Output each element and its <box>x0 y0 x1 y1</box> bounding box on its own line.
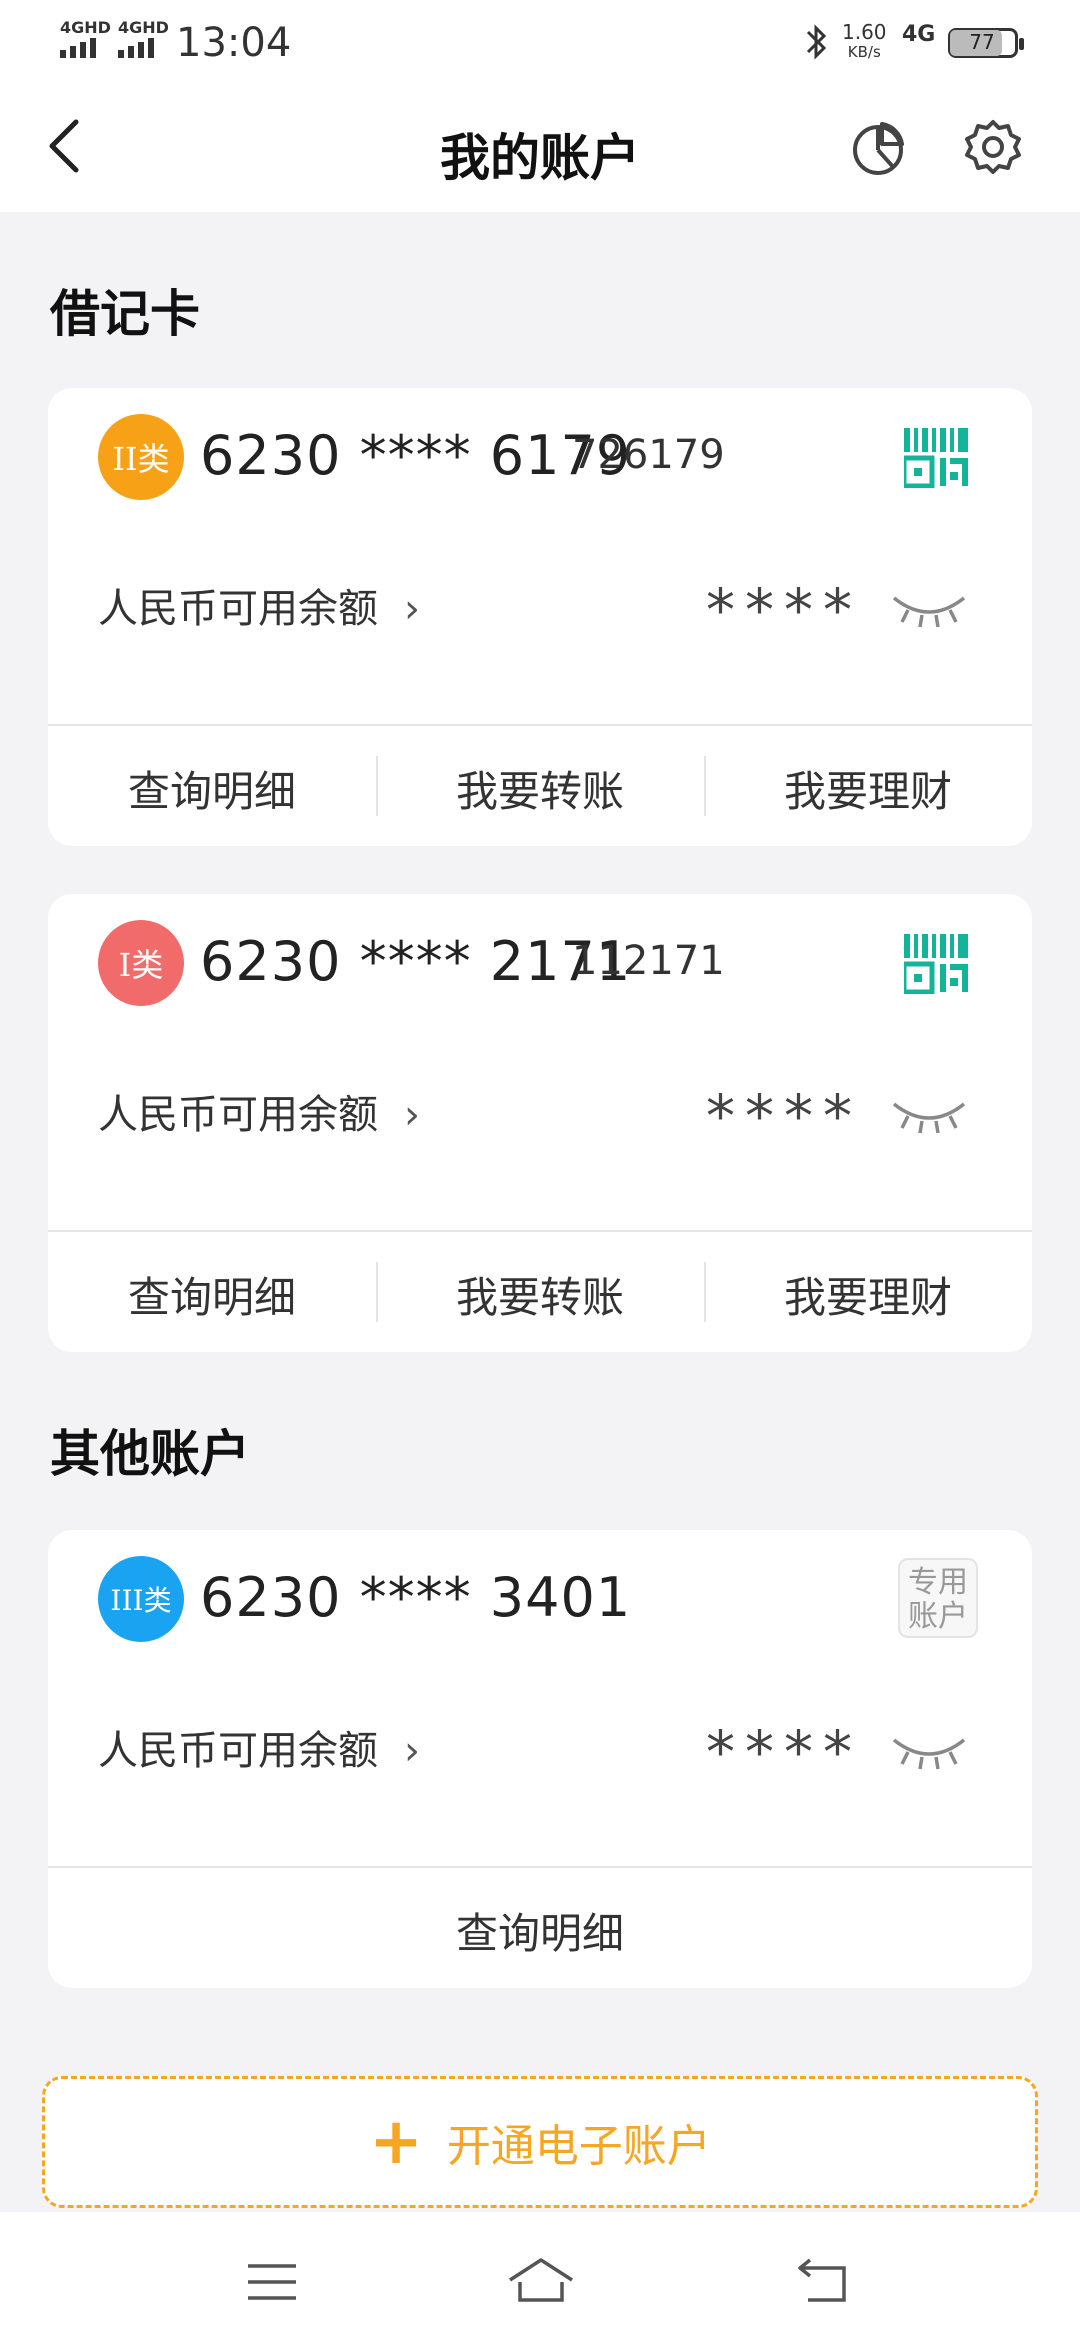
balance-label-button[interactable]: 人民币可用余额 › <box>98 1082 420 1140</box>
account-number: 6230 **** 2171 <box>200 930 632 993</box>
status-time: 13:04 <box>176 20 292 66</box>
special-account-tag: 专用账户 <box>898 1558 978 1638</box>
account-suffix: 726179 <box>572 432 725 478</box>
sim2-signal: 4GHD <box>118 20 169 58</box>
battery-icon: 77 <box>948 28 1024 58</box>
action-wealth[interactable]: 我要理财 <box>704 1264 1032 1325</box>
section-title-other: 其他账户 <box>50 1425 250 1483</box>
status-bar: 4GHD 4GHD 13:04 1.60 KB/s 4G 77 <box>0 0 1080 90</box>
network-speed: 1.60 KB/s <box>842 20 887 61</box>
sim1-signal: 4GHD <box>60 20 111 58</box>
account-card-2: I类 6230 **** 2171 112171 人民币可用余额 › **** 查… <box>48 894 1032 1352</box>
network-type: 4G <box>902 22 936 47</box>
account-type-badge: I类 <box>98 920 184 1006</box>
action-wealth[interactable]: 我要理财 <box>704 758 1032 819</box>
eye-closed-icon[interactable] <box>890 1730 968 1770</box>
account-suffix: 112171 <box>572 938 725 984</box>
account-type-badge: III类 <box>98 1556 184 1642</box>
chevron-right-icon: › <box>404 586 420 632</box>
eye-closed-icon[interactable] <box>890 588 968 628</box>
masked-balance: **** <box>706 1082 862 1150</box>
qr-code-icon[interactable] <box>904 428 968 488</box>
gear-icon[interactable] <box>964 118 1022 176</box>
system-nav-bar <box>0 2212 1080 2340</box>
action-query-details[interactable]: 查询明细 <box>48 1264 376 1325</box>
page-title: 我的账户 <box>440 129 640 187</box>
account-number: 6230 **** 3401 <box>200 1566 632 1629</box>
account-card-1: II类 6230 **** 6179 726179 人民币可用余额 › **** … <box>48 388 1032 846</box>
plus-icon: + <box>369 2105 423 2179</box>
masked-balance: **** <box>706 576 862 644</box>
chevron-right-icon: › <box>404 1092 420 1138</box>
back-nav-icon[interactable] <box>796 2258 850 2304</box>
masked-balance: **** <box>706 1718 862 1786</box>
qr-code-icon[interactable] <box>904 934 968 994</box>
action-transfer[interactable]: 我要转账 <box>376 1264 704 1325</box>
menu-icon[interactable] <box>246 2262 298 2302</box>
account-number: 6230 **** 6179 <box>200 424 632 487</box>
pie-chart-icon[interactable] <box>850 120 906 176</box>
action-transfer[interactable]: 我要转账 <box>376 758 704 819</box>
home-icon[interactable] <box>506 2256 576 2304</box>
account-card-3: III类 6230 **** 3401 专用账户 人民币可用余额 › **** 查… <box>48 1530 1032 1988</box>
balance-label-button[interactable]: 人民币可用余额 › <box>98 1718 420 1776</box>
action-query-details[interactable]: 查询明细 <box>48 1900 1032 1961</box>
balance-label-button[interactable]: 人民币可用余额 › <box>98 576 420 634</box>
chevron-right-icon: › <box>404 1728 420 1774</box>
account-type-badge: II类 <box>98 414 184 500</box>
action-query-details[interactable]: 查询明细 <box>48 758 376 819</box>
section-title-debit: 借记卡 <box>50 285 200 343</box>
open-e-account-button[interactable]: + 开通电子账户 <box>42 2076 1038 2208</box>
bluetooth-icon <box>806 24 827 60</box>
eye-closed-icon[interactable] <box>890 1094 968 1134</box>
